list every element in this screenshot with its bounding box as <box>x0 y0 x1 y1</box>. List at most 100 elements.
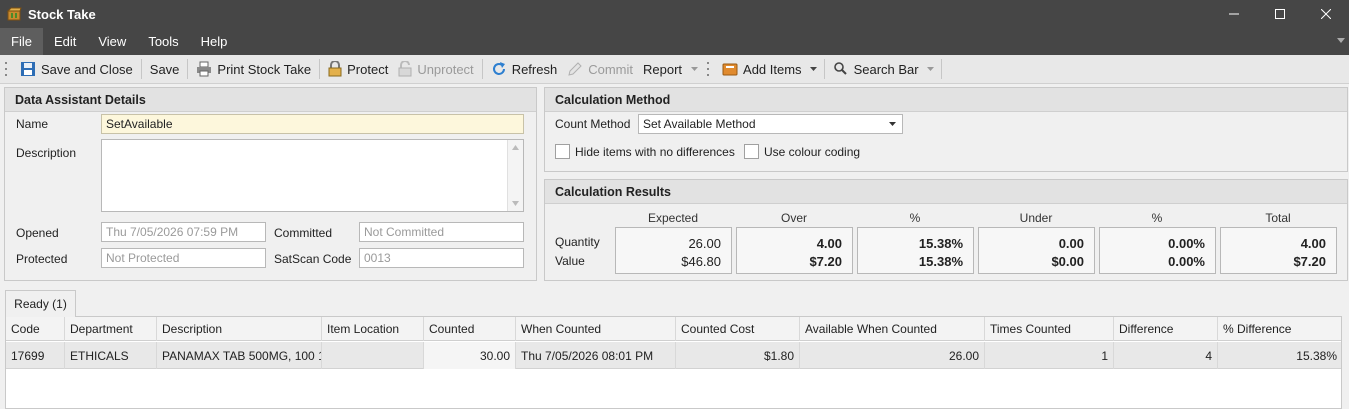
description-field[interactable] <box>101 139 524 212</box>
menu-bar: File Edit View Tools Help <box>0 28 1349 55</box>
checkbox-box[interactable] <box>744 144 759 159</box>
col-when-counted[interactable]: When Counted <box>516 317 676 341</box>
toolbar-separator <box>140 59 142 79</box>
tab-ready[interactable]: Ready (1) <box>5 290 76 317</box>
satscan-code-field[interactable]: 0013 <box>359 248 524 268</box>
name-label: Name <box>16 117 49 131</box>
cell-code[interactable]: 17699 <box>6 342 65 369</box>
scroll-up-icon[interactable] <box>512 145 519 150</box>
count-method-value: Set Available Method <box>643 117 756 131</box>
toolbar-separator <box>481 59 483 79</box>
add-items-button[interactable]: Add Items <box>717 57 807 81</box>
under-value: $0.00 <box>1051 254 1084 269</box>
under-quantity: 0.00 <box>1058 236 1084 251</box>
menu-help[interactable]: Help <box>190 28 239 55</box>
refresh-label: Refresh <box>511 61 558 77</box>
close-button[interactable] <box>1303 0 1349 28</box>
data-assistant-details-header: Data Assistant Details <box>5 88 536 112</box>
col-counted-cost[interactable]: Counted Cost <box>676 317 800 341</box>
col-description[interactable]: Description <box>157 317 322 341</box>
protected-field[interactable]: Not Protected <box>101 248 266 268</box>
cell-counted[interactable]: 30.00 <box>424 342 516 369</box>
unlock-icon <box>398 61 412 77</box>
lock-icon <box>328 61 342 77</box>
maximize-button[interactable] <box>1257 0 1303 28</box>
menu-view[interactable]: View <box>87 28 137 55</box>
checkbox-box[interactable] <box>555 144 570 159</box>
cell-when-counted[interactable]: Thu 7/05/2026 08:01 PM <box>516 342 676 369</box>
report-label: Report <box>643 61 683 77</box>
toolbar: Save and Close Save Print Stock Take Pro… <box>0 55 1349 84</box>
maximize-icon <box>1275 9 1285 19</box>
cell-difference[interactable]: 4 <box>1114 342 1218 369</box>
col-available-when-counted[interactable]: Available When Counted <box>800 317 985 341</box>
hide-no-differences-checkbox[interactable]: Hide items with no differences <box>555 144 735 159</box>
over-percent-header: % <box>909 211 921 225</box>
cell-department[interactable]: ETHICALS <box>65 342 157 369</box>
report-dropdown[interactable] <box>687 57 701 81</box>
cell-available-when-counted[interactable]: 26.00 <box>800 342 985 369</box>
committed-field[interactable]: Not Committed <box>359 222 524 242</box>
menu-tools[interactable]: Tools <box>137 28 189 55</box>
cell-description[interactable]: PANAMAX TAB 500MG, 100 100 <box>157 342 322 369</box>
add-items-label: Add Items <box>743 61 802 77</box>
minimize-icon <box>1229 13 1239 15</box>
calculation-method-panel: Calculation Method Count Method Set Avai… <box>544 87 1348 172</box>
window-title: Stock Take <box>28 6 96 22</box>
chevron-down-icon <box>889 122 896 126</box>
under-header: Under <box>1019 211 1053 225</box>
cell-times-counted[interactable]: 1 <box>985 342 1114 369</box>
menu-file[interactable]: File <box>0 28 43 55</box>
cell-item-location[interactable] <box>322 342 424 369</box>
total-box: 4.00 $7.20 <box>1220 227 1337 274</box>
save-and-close-button[interactable]: Save and Close <box>15 57 138 81</box>
name-field[interactable]: SetAvailable <box>101 114 524 134</box>
search-bar-dropdown[interactable] <box>924 57 938 81</box>
col-percent-difference[interactable]: % Difference <box>1218 317 1342 341</box>
toolbar-grip[interactable] <box>3 62 9 76</box>
report-button[interactable]: Report <box>638 57 687 81</box>
total-header: Total <box>1265 211 1291 225</box>
expected-quantity: 26.00 <box>688 236 721 251</box>
search-bar-label: Search Bar <box>853 61 919 77</box>
cell-percent-difference[interactable]: 15.38% <box>1218 342 1342 369</box>
app-box-icon <box>6 7 22 21</box>
col-times-counted[interactable]: Times Counted <box>985 317 1114 341</box>
over-header: Over <box>780 211 807 225</box>
committed-label: Committed <box>274 226 333 240</box>
protected-label: Protected <box>16 252 68 266</box>
over-value: $7.20 <box>809 254 842 269</box>
toolbar-separator <box>940 59 942 79</box>
search-bar-button[interactable]: Search Bar <box>828 57 924 81</box>
add-items-dropdown[interactable] <box>807 57 821 81</box>
col-difference[interactable]: Difference <box>1114 317 1218 341</box>
minimize-button[interactable] <box>1211 0 1257 28</box>
count-method-select[interactable]: Set Available Method <box>638 114 903 134</box>
printer-icon <box>197 61 212 77</box>
refresh-button[interactable]: Refresh <box>486 57 563 81</box>
scroll-down-icon[interactable] <box>512 201 519 206</box>
print-stock-take-button[interactable]: Print Stock Take <box>191 57 316 81</box>
toolbar-grip[interactable] <box>705 62 711 76</box>
over-quantity: 4.00 <box>816 236 842 251</box>
protect-button[interactable]: Protect <box>323 57 393 81</box>
close-icon <box>1321 9 1331 19</box>
col-counted[interactable]: Counted <box>424 317 516 341</box>
col-code[interactable]: Code <box>6 317 65 341</box>
description-scrollbar[interactable] <box>507 140 523 211</box>
opened-field[interactable]: Thu 7/05/2026 07:59 PM <box>101 222 266 242</box>
pencil-icon <box>568 62 582 76</box>
use-colour-coding-checkbox[interactable]: Use colour coding <box>744 144 860 159</box>
commit-button[interactable]: Commit <box>562 57 638 81</box>
save-button[interactable]: Save <box>145 57 185 81</box>
menu-chevron-down-icon[interactable] <box>1337 38 1345 44</box>
cell-counted-cost[interactable]: $1.80 <box>676 342 800 369</box>
quantity-row-label: Quantity <box>555 235 600 249</box>
col-department[interactable]: Department <box>65 317 157 341</box>
search-bar-icon <box>833 62 847 75</box>
col-item-location[interactable]: Item Location <box>322 317 424 341</box>
unprotect-button[interactable]: Unprotect <box>393 57 478 81</box>
menu-edit[interactable]: Edit <box>43 28 87 55</box>
table-row[interactable]: 17699 ETHICALS PANAMAX TAB 500MG, 100 10… <box>6 342 1341 369</box>
save-label: Save <box>149 61 180 77</box>
